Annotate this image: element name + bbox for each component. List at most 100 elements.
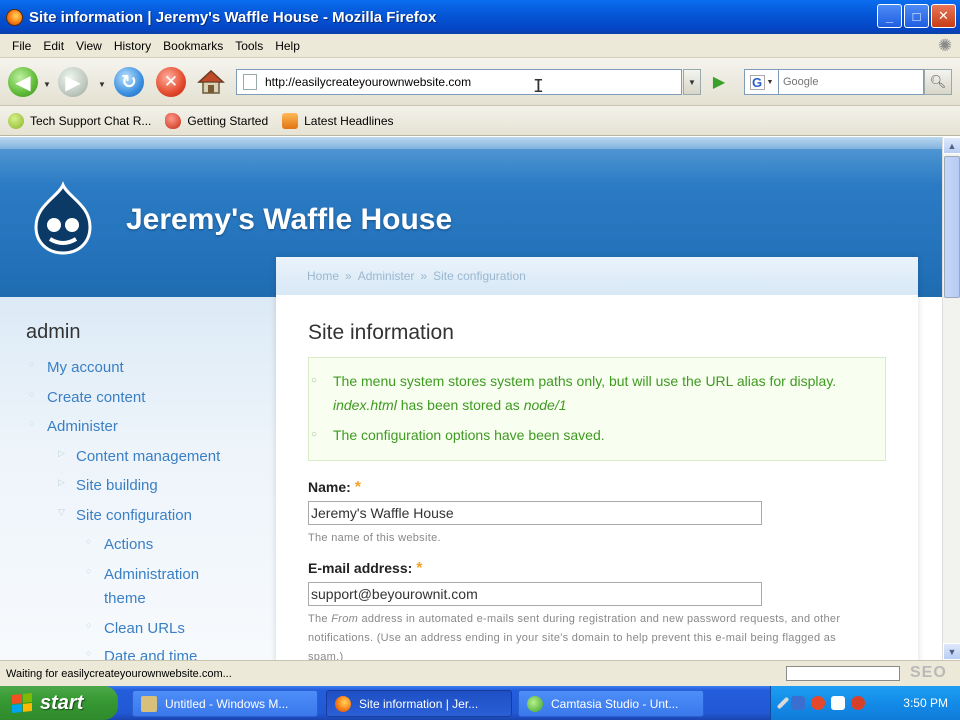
nav-label: Date and time	[104, 648, 198, 660]
network-icon[interactable]	[791, 696, 805, 710]
menu-view[interactable]: View	[72, 39, 110, 53]
menu-edit[interactable]: Edit	[39, 39, 72, 53]
security-icon[interactable]	[851, 696, 865, 710]
back-history-dropdown[interactable]: ▼	[43, 80, 51, 89]
nav-content-management[interactable]: ▷ Content management	[58, 448, 220, 465]
status-message: ○ The menu system stores system paths on…	[311, 369, 875, 417]
url-history-dropdown[interactable]: ▼	[683, 69, 701, 95]
status-text: Waiting for easilycreateyourownwebsite.c…	[6, 667, 232, 680]
sidebar-user-heading: admin	[26, 321, 81, 343]
progress-bar	[786, 666, 900, 681]
search-box[interactable]	[778, 69, 924, 95]
close-button[interactable]: ✕	[931, 4, 956, 28]
recorder-icon[interactable]	[811, 696, 825, 710]
collapsed-arrow-icon: ▷	[58, 448, 65, 458]
reload-icon: ↻	[121, 71, 137, 93]
scroll-down-button[interactable]: ▼	[943, 643, 960, 660]
start-button[interactable]: start	[0, 686, 118, 720]
message-text: The configuration options have been save…	[333, 427, 605, 443]
page-viewport: Jeremy's Waffle House admin ○ My account …	[0, 137, 942, 660]
search-button[interactable]: 🔍︎	[924, 69, 952, 95]
nav-date-and-time[interactable]: ○ Date and time	[86, 648, 198, 660]
site-name-description: The name of this website.	[308, 532, 441, 544]
nav-site-building[interactable]: ▷ Site building	[58, 477, 158, 494]
menu-bookmarks[interactable]: Bookmarks	[159, 39, 231, 53]
window-controls: _ □ ✕	[877, 4, 956, 28]
stop-button[interactable]: ✕	[156, 67, 186, 97]
bookmark-getting-started[interactable]: Getting Started	[165, 112, 268, 129]
bookmark-tech-support[interactable]: Tech Support Chat R...	[8, 112, 151, 129]
camtasia-icon	[527, 695, 543, 712]
getting-started-icon	[165, 112, 182, 129]
forward-history-dropdown[interactable]: ▼	[98, 80, 106, 89]
nav-actions[interactable]: ○ Actions	[86, 536, 153, 553]
nav-administration-theme-cont[interactable]: theme	[104, 590, 146, 607]
message-path: index.html	[333, 397, 397, 413]
nav-label: My account	[47, 359, 124, 376]
bullet-icon: ○	[29, 389, 35, 399]
home-button[interactable]	[196, 67, 226, 97]
firefox-icon	[335, 695, 351, 712]
breadcrumb-administer[interactable]: Administer	[358, 269, 415, 283]
nav-administer[interactable]: ○ Administer	[29, 418, 118, 435]
window-title: Site information | Jeremy's Waffle House…	[29, 8, 437, 26]
expanded-arrow-icon: ▽	[58, 507, 65, 517]
message-text: The menu system stores system paths only…	[333, 373, 837, 389]
task-label: Camtasia Studio - Unt...	[551, 696, 679, 711]
site-name[interactable]: Jeremy's Waffle House	[126, 203, 452, 237]
drupal-logo-icon[interactable]	[28, 181, 98, 255]
display-icon[interactable]	[831, 696, 845, 710]
breadcrumb-site-configuration[interactable]: Site configuration	[433, 269, 526, 283]
window-titlebar[interactable]: Site information | Jeremy's Waffle House…	[0, 0, 960, 34]
start-label: start	[40, 691, 84, 714]
scroll-thumb[interactable]	[944, 156, 960, 298]
url-input[interactable]	[265, 75, 645, 89]
task-camtasia[interactable]: Camtasia Studio - Unt...	[518, 690, 704, 717]
back-button[interactable]: ◀	[8, 67, 38, 97]
text-cursor-icon: I	[533, 76, 544, 97]
site-name-input[interactable]	[308, 501, 762, 525]
nav-clean-urls[interactable]: ○ Clean URLs	[86, 620, 185, 637]
main-content: Home » Administer » Site configuration S…	[276, 257, 918, 660]
forward-button[interactable]: ▶	[58, 67, 88, 97]
address-bar[interactable]	[236, 69, 682, 95]
breadcrumb-home[interactable]: Home	[307, 269, 339, 283]
minimize-button[interactable]: _	[877, 4, 902, 28]
nav-site-configuration[interactable]: ▽ Site configuration	[58, 507, 192, 524]
vertical-scrollbar[interactable]: ▲ ▼	[942, 137, 960, 660]
page-title: Site information	[308, 321, 454, 344]
status-messages: ○ The menu system stores system paths on…	[308, 357, 886, 461]
reload-button[interactable]: ↻	[114, 67, 144, 97]
nav-create-content[interactable]: ○ Create content	[29, 389, 145, 406]
maximize-button[interactable]: □	[904, 4, 929, 28]
menu-tools[interactable]: Tools	[231, 39, 271, 53]
email-description: The From address in automated e-mails se…	[308, 610, 868, 660]
menu-help[interactable]: Help	[271, 39, 308, 53]
menu-bar: File Edit View History Bookmarks Tools H…	[0, 34, 960, 58]
menu-file[interactable]: File	[8, 39, 39, 53]
task-windows-movie-maker[interactable]: Untitled - Windows M...	[132, 690, 318, 717]
windows-taskbar: start Untitled - Windows M... Site infor…	[0, 686, 960, 720]
email-input[interactable]	[308, 582, 762, 606]
desc-text: The	[308, 613, 332, 625]
system-clock[interactable]: 3:50 PM	[903, 696, 948, 710]
task-firefox[interactable]: Site information | Jer...	[326, 690, 512, 717]
email-label: E-mail address:	[308, 560, 413, 576]
sidebar-navigation: admin	[26, 321, 266, 354]
header-stripe	[0, 137, 942, 149]
nav-administration-theme[interactable]: ○ Administration	[86, 566, 199, 583]
nav-my-account[interactable]: ○ My account	[29, 359, 124, 376]
search-input[interactable]	[783, 76, 913, 88]
menu-history[interactable]: History	[110, 39, 159, 53]
go-button[interactable]: ▶	[705, 69, 733, 95]
system-tray: 3:50 PM	[770, 686, 960, 720]
nav-label: Administer	[47, 418, 118, 435]
bullet-icon: ○	[86, 620, 92, 630]
bookmark-latest-headlines[interactable]: Latest Headlines	[282, 112, 394, 129]
stop-icon: ✕	[163, 72, 179, 91]
search-engine-selector[interactable]: G ▼	[744, 69, 778, 95]
pen-icon[interactable]	[776, 696, 790, 710]
chevron-down-icon: ▼	[766, 78, 774, 86]
scroll-up-button[interactable]: ▲	[943, 137, 960, 154]
navigation-toolbar: ◀ ▼ ▶ ▼ ↻ ✕ ▼ ▶ I G ▼ 🔍︎	[0, 58, 960, 106]
